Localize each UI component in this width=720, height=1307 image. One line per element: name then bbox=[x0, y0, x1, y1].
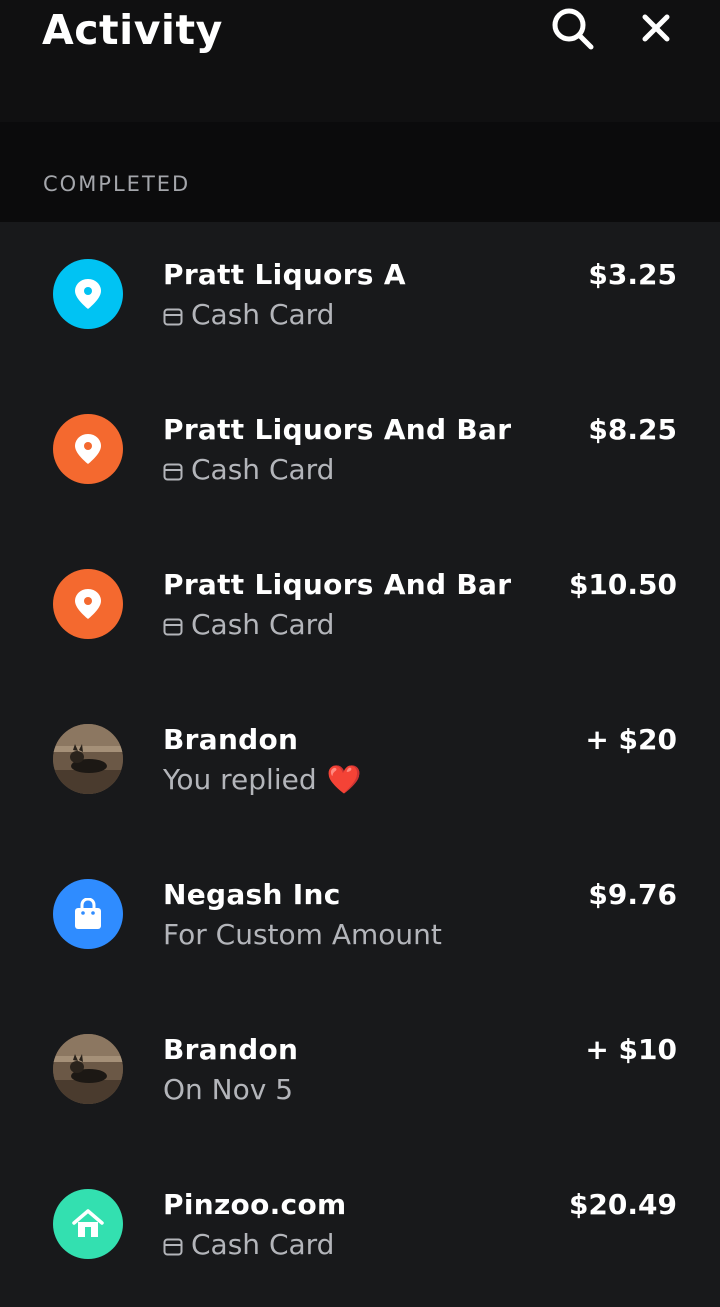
transaction-list: Pratt Liquors A Cash Card $3.25 Pratt Li… bbox=[0, 222, 720, 1275]
subtitle-text: On Nov 5 bbox=[163, 1073, 294, 1106]
transaction-subtitle: On Nov 5 bbox=[163, 1073, 293, 1106]
subtitle-text: You replied bbox=[163, 763, 317, 796]
section-label-completed: COMPLETED bbox=[43, 172, 191, 196]
transaction-name: Brandon bbox=[163, 723, 299, 756]
transaction-name: Pinzoo.com bbox=[163, 1188, 347, 1221]
transaction-amount: $10.50 bbox=[568, 568, 677, 601]
list-item[interactable]: Brandon On Nov 5 + $10 bbox=[0, 997, 720, 1152]
home-icon bbox=[53, 1189, 123, 1259]
list-item[interactable]: Pinzoo.com Cash Card $20.49 bbox=[0, 1152, 720, 1307]
transaction-subtitle: For Custom Amount bbox=[163, 918, 442, 951]
list-item[interactable]: Negash Inc For Custom Amount $9.76 bbox=[0, 842, 720, 997]
subtitle-text: Cash Card bbox=[191, 608, 335, 641]
transaction-subtitle: You replied ❤️ bbox=[163, 763, 362, 796]
transaction-amount: $9.76 bbox=[588, 878, 677, 911]
card-icon bbox=[163, 618, 183, 635]
transaction-name: Negash Inc bbox=[163, 878, 341, 911]
avatar bbox=[53, 724, 123, 794]
list-item[interactable]: Pratt Liquors A Cash Card $3.25 bbox=[0, 222, 720, 377]
transaction-name: Pratt Liquors And Bar bbox=[163, 568, 512, 601]
heart-reaction-icon: ❤️ bbox=[326, 763, 362, 796]
transaction-subtitle: Cash Card bbox=[163, 453, 334, 486]
card-icon bbox=[163, 463, 183, 480]
transaction-amount: $8.25 bbox=[588, 413, 677, 446]
transaction-subtitle: Cash Card bbox=[163, 298, 334, 331]
location-pin-icon bbox=[53, 259, 123, 329]
header-bar: Activity bbox=[0, 0, 720, 122]
list-item[interactable]: Brandon You replied ❤️ + $20 bbox=[0, 687, 720, 842]
transaction-subtitle: Cash Card bbox=[163, 1228, 334, 1261]
card-icon bbox=[163, 1238, 183, 1255]
transaction-subtitle: Cash Card bbox=[163, 608, 334, 641]
card-icon bbox=[163, 308, 183, 325]
page-title: Activity bbox=[42, 6, 223, 54]
subtitle-text: Cash Card bbox=[191, 453, 335, 486]
location-pin-icon bbox=[53, 569, 123, 639]
location-pin-icon bbox=[53, 414, 123, 484]
subtitle-text: Cash Card bbox=[191, 298, 335, 331]
list-item[interactable]: Pratt Liquors And Bar Cash Card $8.25 bbox=[0, 377, 720, 532]
search-icon[interactable] bbox=[548, 4, 596, 52]
close-icon[interactable] bbox=[632, 4, 680, 52]
transaction-amount: + $10 bbox=[585, 1033, 677, 1066]
transaction-name: Pratt Liquors And Bar bbox=[163, 413, 512, 446]
avatar bbox=[53, 1034, 123, 1104]
transaction-amount: $20.49 bbox=[568, 1188, 677, 1221]
transaction-amount: + $20 bbox=[585, 723, 677, 756]
subtitle-text: Cash Card bbox=[191, 1228, 335, 1261]
subtitle-text: For Custom Amount bbox=[163, 918, 442, 951]
transaction-name: Brandon bbox=[163, 1033, 299, 1066]
transaction-amount: $3.25 bbox=[588, 258, 677, 291]
shopping-bag-icon bbox=[53, 879, 123, 949]
transaction-name: Pratt Liquors A bbox=[163, 258, 406, 291]
list-item[interactable]: Pratt Liquors And Bar Cash Card $10.50 bbox=[0, 532, 720, 687]
